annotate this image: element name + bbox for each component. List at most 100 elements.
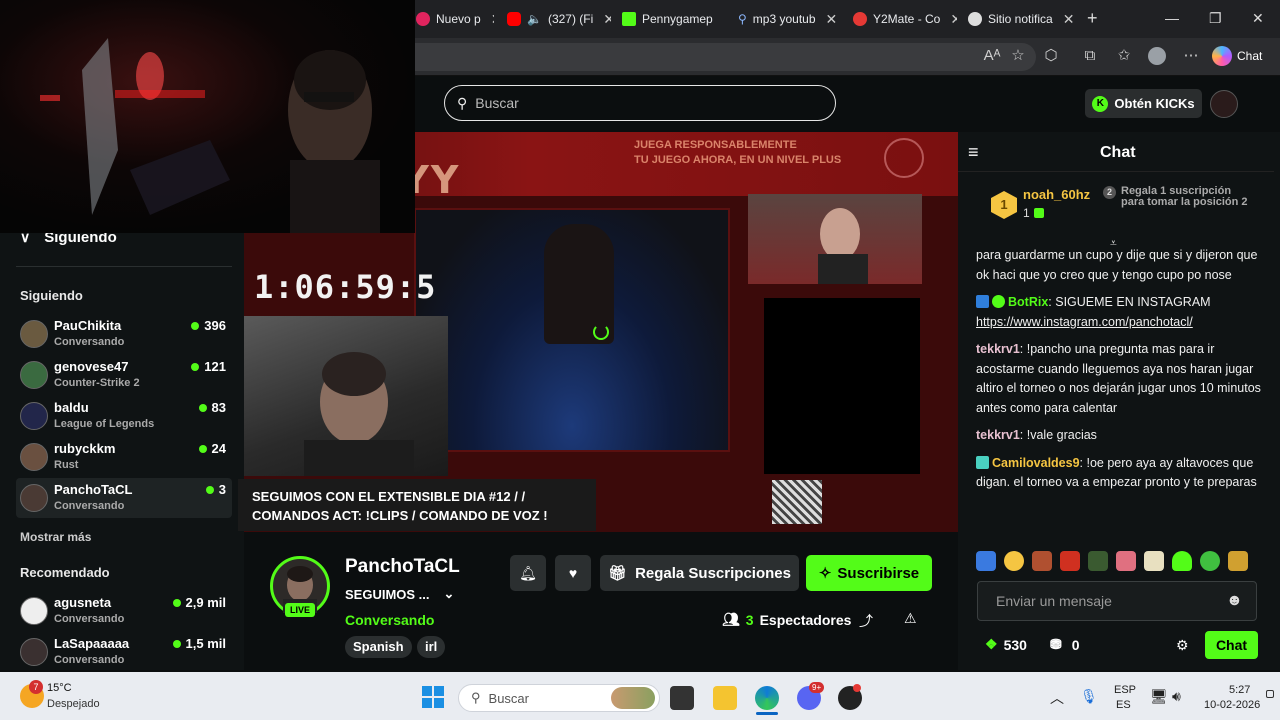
more-menu-icon[interactable]: ⋯: [1180, 45, 1202, 67]
show-more-link[interactable]: Mostrar más: [20, 530, 91, 544]
tag[interactable]: irl: [417, 636, 446, 658]
channel-points[interactable]: ❖ 530: [985, 636, 1027, 653]
channel-name: PanchoTaCL: [54, 482, 133, 497]
edge-browser-icon[interactable]: [755, 686, 779, 710]
windows-start-icon[interactable]: [422, 686, 444, 708]
browser-tab[interactable]: 🔈 (327) (Fi ✕: [507, 6, 611, 32]
emote-icon[interactable]: [1116, 551, 1136, 571]
close-tab-icon[interactable]: ✕: [1063, 11, 1074, 28]
network-icon[interactable]: 🖥︎: [1150, 688, 1168, 705]
emote-icon[interactable]: [976, 551, 996, 571]
read-aloud-icon[interactable]: A͏ᴬ: [981, 45, 1003, 67]
clock-date[interactable]: 10-02-2026: [1204, 699, 1260, 711]
gift-icon: [1033, 208, 1044, 218]
sidebar-channel-active[interactable]: PanchoTaCL Conversando 3: [16, 478, 232, 518]
task-view-icon[interactable]: [670, 686, 694, 710]
sidebar-channel[interactable]: genovese47 Counter-Strike 2 121: [16, 355, 232, 395]
stream-title-row[interactable]: SEGUIMOS ... ⌄: [345, 586, 454, 602]
sidebar-channel[interactable]: baldu League of Legends 83: [16, 396, 232, 436]
emote-icon[interactable]: [1228, 551, 1248, 571]
microphone-icon[interactable]: 🎙︎: [1080, 688, 1098, 705]
close-tab-icon[interactable]: ✕: [723, 11, 724, 28]
user-avatar[interactable]: [1210, 90, 1238, 118]
chat-username[interactable]: tekkrv1: [976, 342, 1020, 356]
close-tab-icon[interactable]: ✕: [950, 11, 957, 28]
emote-icon[interactable]: [1088, 551, 1108, 571]
sidebar-channel[interactable]: LaSapaaaaa Conversando 1,5 mil: [16, 632, 232, 672]
channel-name-title[interactable]: PanchoTaCL: [345, 556, 460, 578]
collapse-chat-icon[interactable]: ≡: [968, 142, 979, 163]
copilot-chat-button[interactable]: Chat: [1212, 44, 1274, 68]
sidebar-channel[interactable]: rubyckkm Rust 24: [16, 437, 232, 477]
keyboard-layout[interactable]: ES: [1116, 699, 1131, 711]
show-hidden-icons-chevron-icon[interactable]: ︿: [1050, 688, 1064, 708]
new-tab-button[interactable]: +: [1087, 8, 1098, 29]
taskbar-search[interactable]: ⚲ Buscar: [458, 684, 660, 712]
sidebar-channel[interactable]: PauChikita Conversando 396: [16, 314, 232, 354]
chat-username[interactable]: tekkrv1: [976, 428, 1020, 442]
weather-widget[interactable]: 7 15°C Despejado: [20, 680, 110, 714]
close-tab-icon[interactable]: ✕: [826, 11, 838, 28]
emote-icon[interactable]: [1172, 551, 1192, 571]
extensions-icon[interactable]: ⬡: [1040, 45, 1062, 67]
chevron-down-icon[interactable]: ⌄: [444, 586, 455, 602]
notification-bell-button[interactable]: 🔔︎: [510, 555, 546, 591]
chat-link[interactable]: https://www.instagram.com/panchotacl/: [976, 315, 1193, 329]
follow-button[interactable]: ♥: [555, 555, 591, 591]
emote-icon[interactable]: [1032, 551, 1052, 571]
sidebar-channel[interactable]: agusneta Conversando 2,9 mil: [16, 591, 232, 631]
emote-icon[interactable]: [1004, 551, 1024, 571]
tag[interactable]: Spanish: [345, 636, 412, 658]
chat-message-input[interactable]: Enviar un mensaje: [977, 581, 1257, 621]
viewer-count: 👥︎ 3 Espectadores: [722, 611, 852, 628]
url-field[interactable]: [404, 43, 1036, 71]
live-dot-icon: [198, 403, 207, 412]
notifications-icon[interactable]: [1266, 690, 1274, 698]
browser-tab[interactable]: Nuevo p ✕: [416, 6, 494, 32]
leaderboard-count: 1: [1023, 206, 1047, 220]
gift-counter[interactable]: ⛃ 0: [1050, 636, 1080, 653]
chat-settings-gear-icon[interactable]: ⚙: [1176, 637, 1189, 654]
minimize-button[interactable]: —: [1165, 10, 1179, 26]
stream-category-link[interactable]: Conversando: [345, 612, 434, 628]
favorites-icon[interactable]: ✩: [1113, 45, 1135, 67]
copilot-label: Chat: [1237, 49, 1263, 63]
tab-label: Nuevo p: [436, 12, 481, 26]
report-warning-icon[interactable]: ⚠: [904, 610, 917, 627]
favorite-star-icon[interactable]: ☆: [1007, 45, 1029, 67]
profile-icon[interactable]: [1146, 45, 1168, 67]
close-tab-icon[interactable]: ✕: [491, 11, 494, 28]
split-screen-icon[interactable]: ⧉: [1079, 45, 1101, 67]
chat-username[interactable]: Camilovaldes9: [992, 456, 1080, 470]
chat-messages: para guardarme un cupo y dije que si y d…: [976, 246, 1266, 501]
maximize-button[interactable]: ❐: [1209, 10, 1222, 27]
search-input[interactable]: ⚲ Buscar: [444, 85, 836, 121]
subscribe-button[interactable]: ✧ Suscribirse: [806, 555, 932, 591]
browser-tab[interactable]: Pennygamep ✕: [622, 6, 724, 32]
leaderboard-user[interactable]: noah_60hz: [1023, 187, 1090, 202]
close-window-button[interactable]: ✕: [1252, 10, 1264, 27]
language-indicator[interactable]: ESP: [1114, 684, 1136, 696]
emote-icon[interactable]: [1060, 551, 1080, 571]
emote-icon[interactable]: [1200, 551, 1220, 571]
share-icon[interactable]: ⤴: [859, 611, 873, 631]
browser-tab[interactable]: Y2Mate - Co ✕: [853, 6, 957, 32]
volume-icon[interactable]: 🔊︎: [1172, 688, 1181, 705]
clock-time[interactable]: 5:27: [1229, 684, 1250, 696]
gift-subs-button[interactable]: 🎁︎ Regala Suscripciones: [600, 555, 799, 591]
browser-tab[interactable]: Sitio notifica ✕: [968, 6, 1074, 32]
file-explorer-icon[interactable]: [713, 686, 737, 710]
avatar: [20, 597, 48, 625]
speaker-icon[interactable]: 🔈: [527, 12, 542, 26]
record-icon: [416, 12, 430, 26]
emoji-picker-icon[interactable]: ☻: [1226, 592, 1243, 610]
live-dot-icon: [205, 485, 214, 494]
close-tab-icon[interactable]: ✕: [603, 11, 611, 28]
chat-send-button[interactable]: Chat: [1205, 631, 1258, 659]
chat-username[interactable]: BotRix: [1008, 295, 1048, 309]
get-kicks-button[interactable]: K Obtén KICKs: [1085, 89, 1202, 118]
channel-name: rubyckkm: [54, 441, 116, 456]
browser-tab[interactable]: ⚲ mp3 youtub ✕: [738, 6, 840, 32]
emote-icon[interactable]: [1144, 551, 1164, 571]
notification-badge: 9+: [809, 682, 825, 693]
